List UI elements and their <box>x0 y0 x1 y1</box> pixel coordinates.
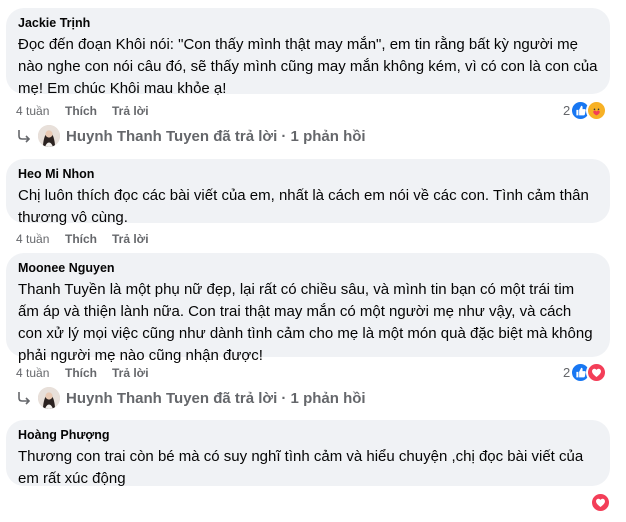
replies-summary: Huynh Thanh Tuyen đã trả lời · 1 phản hồ… <box>66 127 366 145</box>
comment-text: Thanh Tuyền là một phụ nữ đẹp, lại rất c… <box>18 281 593 364</box>
comment-time[interactable]: 4 tuần <box>16 232 65 246</box>
comment-author[interactable]: Jackie Trịnh <box>18 15 598 31</box>
love-icon <box>590 492 611 513</box>
reaction-summary[interactable]: 2 <box>563 362 608 383</box>
comment-actions: 4 tuần Thích Trả lời <box>16 366 149 380</box>
reply-link[interactable]: Trả lời <box>112 104 149 118</box>
like-link[interactable]: Thích <box>65 232 112 246</box>
comment-bubble: Heo Mi Nhon Chị luôn thích đọc các bài v… <box>6 159 610 226</box>
comment-author[interactable]: Moonee Nguyen <box>18 260 598 276</box>
comment-author[interactable]: Heo Mi Nhon <box>18 166 598 182</box>
comment-bubble: Jackie Trịnh Đọc đến đoạn Khôi nói: "Con… <box>6 8 610 97</box>
comment-bubble: Hoàng Phượng Thương con trai còn bé mà c… <box>6 420 610 487</box>
love-icon <box>586 362 608 383</box>
view-replies-link[interactable]: Huynh Thanh Tuyen đã trả lời · 1 phản hồ… <box>16 125 366 147</box>
replies-summary: Huynh Thanh Tuyen đã trả lời · 1 phản hồ… <box>66 389 366 407</box>
avatar <box>38 125 60 147</box>
comment-actions: 4 tuần Thích Trả lời <box>16 104 149 118</box>
reply-link[interactable]: Trả lời <box>112 232 149 246</box>
comment-text: Thương con trai còn bé mà có suy nghĩ tì… <box>18 448 584 487</box>
like-link[interactable]: Thích <box>65 104 112 118</box>
comment-text: Đọc đến đoạn Khôi nói: "Con thấy mình th… <box>18 36 598 97</box>
reaction-summary[interactable] <box>590 492 611 513</box>
like-link[interactable]: Thích <box>65 366 112 380</box>
reaction-summary[interactable]: 2 <box>563 100 608 121</box>
reaction-count: 2 <box>563 103 571 118</box>
comment-bubble: Moonee Nguyen Thanh Tuyền là một phụ nữ … <box>6 253 610 364</box>
reply-arrow-icon <box>18 130 31 143</box>
comment-time[interactable]: 4 tuần <box>16 104 65 118</box>
reply-link[interactable]: Trả lời <box>112 366 149 380</box>
care-icon <box>586 100 608 121</box>
avatar <box>38 387 60 409</box>
comment-time[interactable]: 4 tuần <box>16 366 65 380</box>
view-replies-link[interactable]: Huynh Thanh Tuyen đã trả lời · 1 phản hồ… <box>16 387 366 409</box>
comment-author[interactable]: Hoàng Phượng <box>18 427 598 443</box>
comment-text: Chị luôn thích đọc các bài viết của em, … <box>18 187 589 226</box>
reaction-count: 2 <box>563 365 571 380</box>
comment-actions: 4 tuần Thích Trả lời <box>16 232 149 246</box>
reply-arrow-icon <box>18 392 31 405</box>
